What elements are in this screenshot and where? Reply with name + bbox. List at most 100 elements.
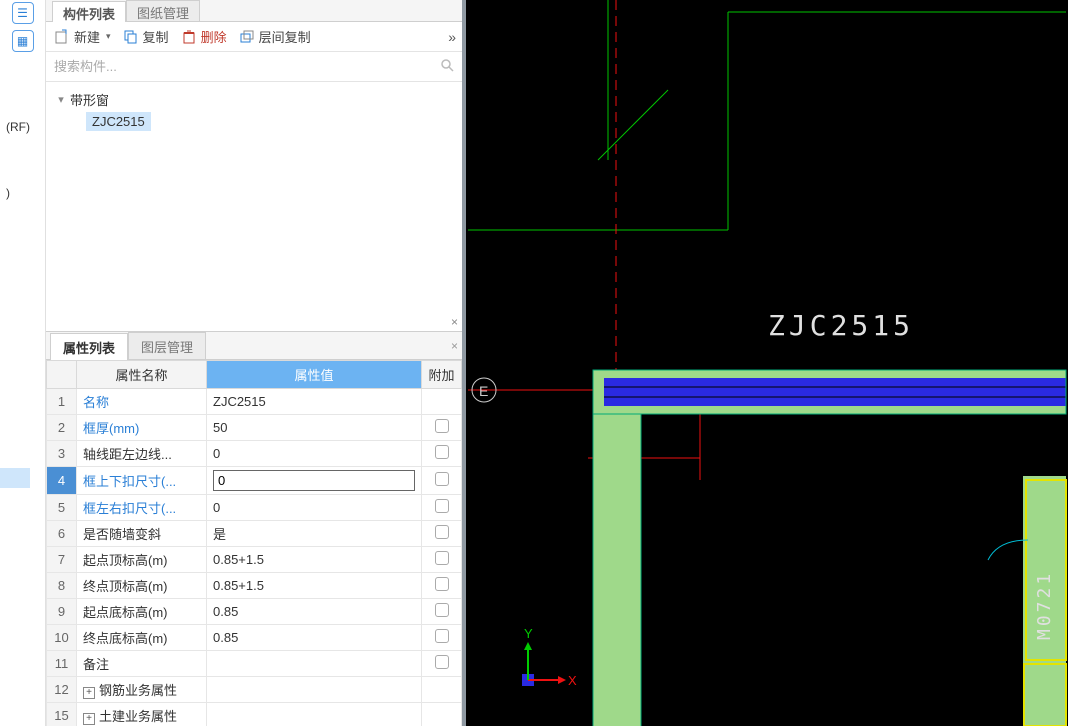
tree-root-node[interactable]: ▾ 带形窗	[56, 88, 452, 110]
property-value-cell[interactable]: 50	[207, 415, 422, 441]
property-row[interactable]: 1名称ZJC2515	[47, 389, 462, 415]
checkbox-icon[interactable]	[435, 472, 449, 486]
property-extra-cell[interactable]	[422, 599, 462, 625]
row-number[interactable]: 4	[47, 467, 77, 495]
row-number[interactable]: 8	[47, 573, 77, 599]
property-value-cell[interactable]	[207, 703, 422, 726]
sidestrip-selected-item[interactable]	[0, 468, 30, 488]
col-propvalue[interactable]: 属性值	[207, 361, 422, 389]
row-number[interactable]: 3	[47, 441, 77, 467]
property-extra-cell[interactable]	[422, 703, 462, 726]
property-row[interactable]: 10终点底标高(m)0.85	[47, 625, 462, 651]
tree-close-icon[interactable]: ×	[451, 315, 458, 329]
property-name-cell[interactable]: 终点底标高(m)	[77, 625, 207, 651]
collapse-icon[interactable]: ▾	[56, 93, 66, 106]
row-number[interactable]: 6	[47, 521, 77, 547]
row-number[interactable]: 2	[47, 415, 77, 441]
search-input[interactable]	[54, 59, 440, 74]
property-row[interactable]: 9起点底标高(m)0.85	[47, 599, 462, 625]
tab-layer-manage[interactable]: 图层管理	[128, 332, 206, 359]
property-value-cell[interactable]	[207, 651, 422, 677]
tab-component-list[interactable]: 构件列表	[52, 1, 126, 22]
row-number[interactable]: 11	[47, 651, 77, 677]
property-name-cell[interactable]: 备注	[77, 651, 207, 677]
property-name-cell[interactable]: 框左右扣尺寸(...	[77, 495, 207, 521]
checkbox-icon[interactable]	[435, 445, 449, 459]
row-number[interactable]: 7	[47, 547, 77, 573]
sidestrip-icon-2[interactable]: ▦	[12, 30, 34, 52]
checkbox-icon[interactable]	[435, 525, 449, 539]
property-value-cell[interactable]: 0.85+1.5	[207, 547, 422, 573]
property-row[interactable]: 3轴线距左边线...0	[47, 441, 462, 467]
row-number[interactable]: 15	[47, 703, 77, 726]
proptabs-close-icon[interactable]: ×	[451, 339, 458, 353]
checkbox-icon[interactable]	[435, 577, 449, 591]
property-value-cell[interactable]	[207, 467, 422, 495]
property-row[interactable]: 11备注	[47, 651, 462, 677]
checkbox-icon[interactable]	[435, 499, 449, 513]
property-value-input[interactable]	[213, 470, 415, 491]
property-name-cell[interactable]: 终点顶标高(m)	[77, 573, 207, 599]
property-row[interactable]: 4框上下扣尺寸(...	[47, 467, 462, 495]
property-value-cell[interactable]: 0.85	[207, 599, 422, 625]
property-value-cell[interactable]: ZJC2515	[207, 389, 422, 415]
property-row[interactable]: 6是否随墙变斜是	[47, 521, 462, 547]
property-name-cell[interactable]: 框厚(mm)	[77, 415, 207, 441]
new-button[interactable]: 新建 ▾	[54, 27, 111, 46]
checkbox-icon[interactable]	[435, 603, 449, 617]
component-tree[interactable]: ▾ 带形窗 ZJC2515 ×	[46, 82, 462, 332]
property-value-cell[interactable]: 0	[207, 495, 422, 521]
floor-copy-button[interactable]: 层间复制	[239, 27, 311, 46]
property-row[interactable]: 7起点顶标高(m)0.85+1.5	[47, 547, 462, 573]
property-name-cell[interactable]: 名称	[77, 389, 207, 415]
sidestrip-icon-1[interactable]: ☰	[12, 2, 34, 24]
expand-icon[interactable]: +	[83, 713, 95, 725]
row-number[interactable]: 12	[47, 677, 77, 703]
property-row[interactable]: 2框厚(mm)50	[47, 415, 462, 441]
property-extra-cell[interactable]	[422, 441, 462, 467]
property-extra-cell[interactable]	[422, 467, 462, 495]
property-name-cell[interactable]: 是否随墙变斜	[77, 521, 207, 547]
property-extra-cell[interactable]	[422, 389, 462, 415]
toolbar-more-icon[interactable]: »	[448, 29, 454, 45]
property-value-cell[interactable]: 0.85	[207, 625, 422, 651]
cad-viewport[interactable]: ZJC2515 E M0721 X Y	[466, 0, 1068, 726]
property-table[interactable]: 属性名称 属性值 附加 1名称ZJC25152框厚(mm)503轴线距左边线..…	[46, 360, 462, 726]
property-name-cell[interactable]: 框上下扣尺寸(...	[77, 467, 207, 495]
checkbox-icon[interactable]	[435, 551, 449, 565]
tree-child-node[interactable]: ZJC2515	[86, 110, 452, 132]
property-extra-cell[interactable]	[422, 573, 462, 599]
property-extra-cell[interactable]	[422, 521, 462, 547]
copy-button[interactable]: 复制	[123, 27, 169, 46]
property-extra-cell[interactable]	[422, 677, 462, 703]
property-extra-cell[interactable]	[422, 651, 462, 677]
checkbox-icon[interactable]	[435, 655, 449, 669]
property-name-cell[interactable]: 轴线距左边线...	[77, 441, 207, 467]
property-row[interactable]: 12+钢筋业务属性	[47, 677, 462, 703]
expand-icon[interactable]: +	[83, 687, 95, 699]
row-number[interactable]: 10	[47, 625, 77, 651]
delete-button[interactable]: 删除	[181, 27, 227, 46]
property-value-cell[interactable]: 0	[207, 441, 422, 467]
search-icon[interactable]	[440, 58, 454, 75]
property-row[interactable]: 5框左右扣尺寸(...0	[47, 495, 462, 521]
tab-drawing-manage[interactable]: 图纸管理	[126, 0, 200, 21]
property-row[interactable]: 15+土建业务属性	[47, 703, 462, 726]
property-name-cell[interactable]: 起点顶标高(m)	[77, 547, 207, 573]
property-value-cell[interactable]: 是	[207, 521, 422, 547]
property-name-cell[interactable]: +土建业务属性	[77, 703, 207, 726]
tab-property-list[interactable]: 属性列表	[50, 333, 128, 360]
checkbox-icon[interactable]	[435, 629, 449, 643]
property-extra-cell[interactable]	[422, 415, 462, 441]
property-value-cell[interactable]	[207, 677, 422, 703]
row-number[interactable]: 9	[47, 599, 77, 625]
property-extra-cell[interactable]	[422, 547, 462, 573]
property-row[interactable]: 8终点顶标高(m)0.85+1.5	[47, 573, 462, 599]
row-number[interactable]: 1	[47, 389, 77, 415]
property-value-cell[interactable]: 0.85+1.5	[207, 573, 422, 599]
property-extra-cell[interactable]	[422, 495, 462, 521]
row-number[interactable]: 5	[47, 495, 77, 521]
property-name-cell[interactable]: 起点底标高(m)	[77, 599, 207, 625]
checkbox-icon[interactable]	[435, 419, 449, 433]
property-extra-cell[interactable]	[422, 625, 462, 651]
